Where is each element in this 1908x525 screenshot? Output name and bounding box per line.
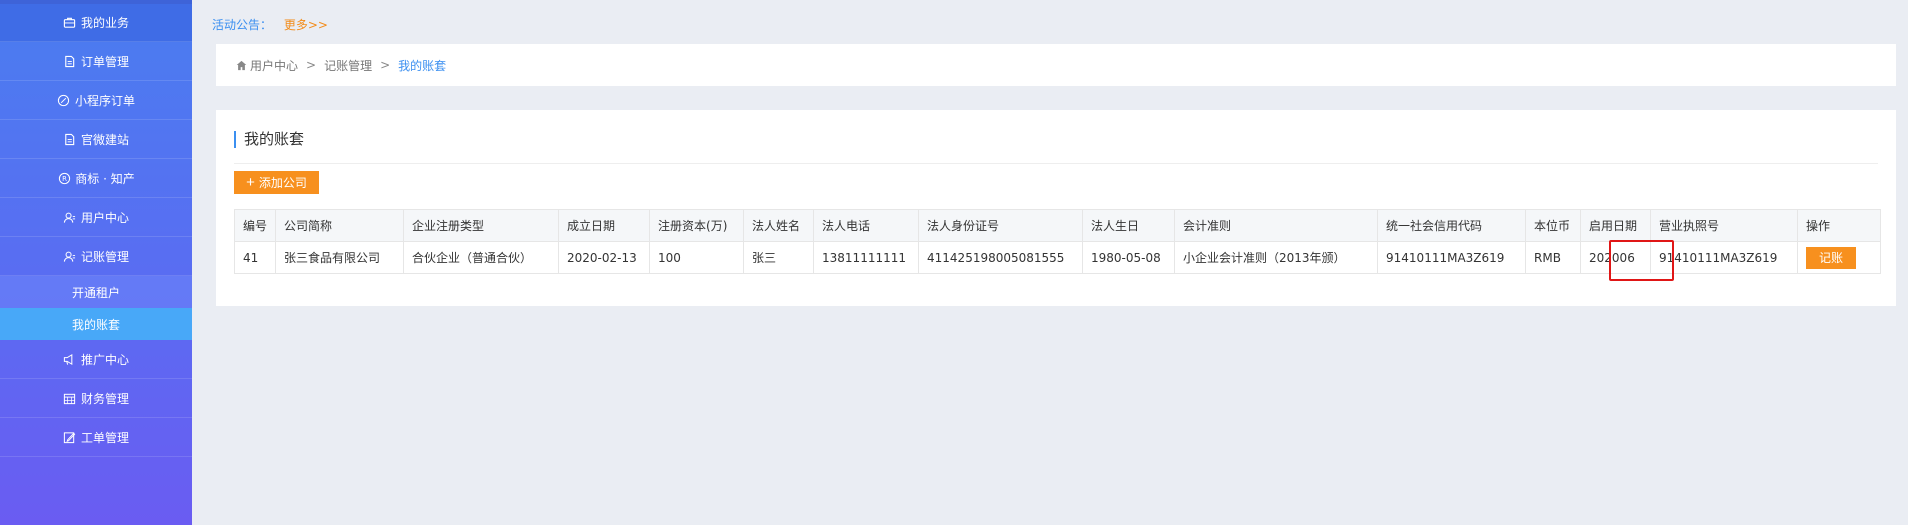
col-header-legal-id: 法人身份证号 — [918, 209, 1084, 242]
breadcrumb-separator: > — [306, 58, 317, 72]
cell-legal-name: 张三 — [743, 241, 815, 274]
page-title-text: 我的账套 — [244, 130, 305, 148]
sidebar-item-mini-program-orders[interactable]: 小程序订单 — [0, 81, 192, 120]
breadcrumb: 用户中心 > 记账管理 > 我的账套 — [216, 44, 1896, 86]
sidebar-item-label: 商标 · 知产 — [75, 171, 135, 186]
col-header-legal-birthday: 法人生日 — [1082, 209, 1176, 242]
sidebar-item-label: 订单管理 — [80, 54, 129, 69]
sidebar-item-label: 记账管理 — [80, 249, 129, 264]
sidebar-item-label: 用户中心 — [80, 210, 129, 225]
sidebar-subitem-open-tenant[interactable]: 开通租户 — [0, 276, 192, 308]
col-header-id: 编号 — [233, 209, 277, 242]
sidebar-item-my-business[interactable]: 我的业务 — [0, 4, 192, 42]
announcement-label: 活动公告： — [212, 18, 273, 32]
cell-currency: RMB — [1525, 241, 1582, 274]
col-header-accounting-standard: 会计准则 — [1174, 209, 1379, 242]
cell-id: 41 — [233, 241, 277, 274]
col-header-reg-type: 企业注册类型 — [403, 209, 560, 242]
sidebar-item-trademark[interactable]: R 商标 · 知产 — [0, 159, 192, 198]
sidebar-item-label: 小程序订单 — [74, 93, 135, 108]
cell-action: 记账 — [1797, 241, 1882, 274]
document-icon — [63, 54, 77, 68]
table-row: 41 张三食品有限公司 合伙企业（普通合伙） 2020-02-13 100 张三… — [233, 241, 1882, 274]
user-icon — [63, 210, 77, 224]
breadcrumb-separator: > — [380, 58, 391, 72]
user-icon — [63, 249, 77, 263]
accounts-table: 编号 公司简称 企业注册类型 成立日期 注册资本(万) 法人姓名 法人电话 法人… — [233, 209, 1882, 274]
sidebar-subitem-my-accounts[interactable]: 我的账套 — [0, 308, 192, 340]
announcement-more-link[interactable]: 更多>> — [284, 18, 328, 32]
col-header-legal-phone: 法人电话 — [813, 209, 920, 242]
bookkeep-button[interactable]: 记账 — [1806, 246, 1857, 269]
sidebar-item-label: 官微建站 — [80, 132, 129, 147]
cell-legal-id: 411425198005081555 — [918, 241, 1084, 274]
breadcrumb-bookkeeping[interactable]: 记账管理 — [324, 57, 372, 74]
col-header-currency: 本位币 — [1525, 209, 1582, 242]
cell-company-name: 张三食品有限公司 — [275, 241, 405, 274]
cell-legal-birthday: 1980-05-08 — [1082, 241, 1176, 274]
calendar-icon — [63, 391, 77, 405]
col-header-action: 操作 — [1797, 209, 1882, 242]
mini-program-icon — [57, 93, 71, 107]
cell-accounting-standard: 小企业会计准则（2013年颁） — [1174, 241, 1379, 274]
sidebar-item-label: 工单管理 — [80, 430, 129, 445]
col-header-founded: 成立日期 — [558, 209, 651, 242]
breadcrumb-home[interactable]: 用户中心 — [236, 57, 298, 74]
cell-license: 91410111MA3Z619 — [1650, 241, 1799, 274]
sidebar-item-finance[interactable]: 财务管理 — [0, 379, 192, 418]
col-header-start-date: 启用日期 — [1580, 209, 1652, 242]
sidebar-item-work-orders[interactable]: 工单管理 — [0, 418, 192, 457]
sidebar-subitem-label: 我的账套 — [72, 317, 121, 332]
briefcase-icon — [63, 16, 77, 30]
col-header-company-name: 公司简称 — [275, 209, 405, 242]
breadcrumb-current: 我的账套 — [398, 58, 447, 73]
col-header-capital: 注册资本(万) — [649, 209, 745, 242]
page-title: 我的账套 — [234, 126, 1878, 164]
cell-credit-code: 91410111MA3Z619 — [1377, 241, 1527, 274]
cell-capital: 100 — [649, 241, 745, 274]
cell-founded: 2020-02-13 — [558, 241, 651, 274]
sidebar-subitem-label: 开通租户 — [72, 285, 121, 300]
sidebar-item-user-center[interactable]: 用户中心 — [0, 198, 192, 237]
sidebar-item-label: 财务管理 — [80, 391, 129, 406]
add-company-label: 添加公司 — [258, 176, 307, 190]
sidebar-item-promotion[interactable]: 推广中心 — [0, 340, 192, 379]
plus-icon: + — [246, 174, 255, 191]
main-content: 活动公告： 更多>> 用户中心 > 记账管理 > 我的账套 我的账套 + 添加公… — [192, 0, 1908, 525]
col-header-legal-name: 法人姓名 — [743, 209, 815, 242]
table-header-row: 编号 公司简称 企业注册类型 成立日期 注册资本(万) 法人姓名 法人电话 法人… — [233, 209, 1882, 242]
sidebar-item-label: 我的业务 — [80, 16, 129, 30]
breadcrumb-home-label: 用户中心 — [250, 58, 299, 73]
home-icon — [236, 60, 247, 70]
megaphone-icon — [63, 352, 77, 366]
cell-reg-type: 合伙企业（普通合伙） — [403, 241, 560, 274]
edit-icon — [63, 430, 77, 444]
registered-trademark-icon: R — [57, 171, 71, 185]
cell-legal-phone: 13811111111 — [813, 241, 920, 274]
add-company-button[interactable]: + 添加公司 — [234, 171, 319, 194]
sidebar-item-label: 推广中心 — [80, 352, 129, 367]
col-header-credit-code: 统一社会信用代码 — [1377, 209, 1527, 242]
svg-text:R: R — [62, 175, 67, 183]
announcement-bar: 活动公告： 更多>> — [212, 16, 328, 33]
sidebar: 我的业务 订单管理 小程序订单 官微建站 R 商标 · 知产 用户中心 记账管理… — [0, 0, 192, 525]
col-header-license: 营业执照号 — [1650, 209, 1799, 242]
sidebar-item-website-building[interactable]: 官微建站 — [0, 120, 192, 159]
sidebar-item-bookkeeping[interactable]: 记账管理 — [0, 237, 192, 276]
document-icon — [63, 132, 77, 146]
cell-start-date: 202006 — [1580, 241, 1652, 274]
sidebar-item-orders[interactable]: 订单管理 — [0, 42, 192, 81]
accounts-panel: 我的账套 + 添加公司 编号 公司简称 企业注册类型 成立日期 注册资本(万) … — [216, 110, 1896, 306]
